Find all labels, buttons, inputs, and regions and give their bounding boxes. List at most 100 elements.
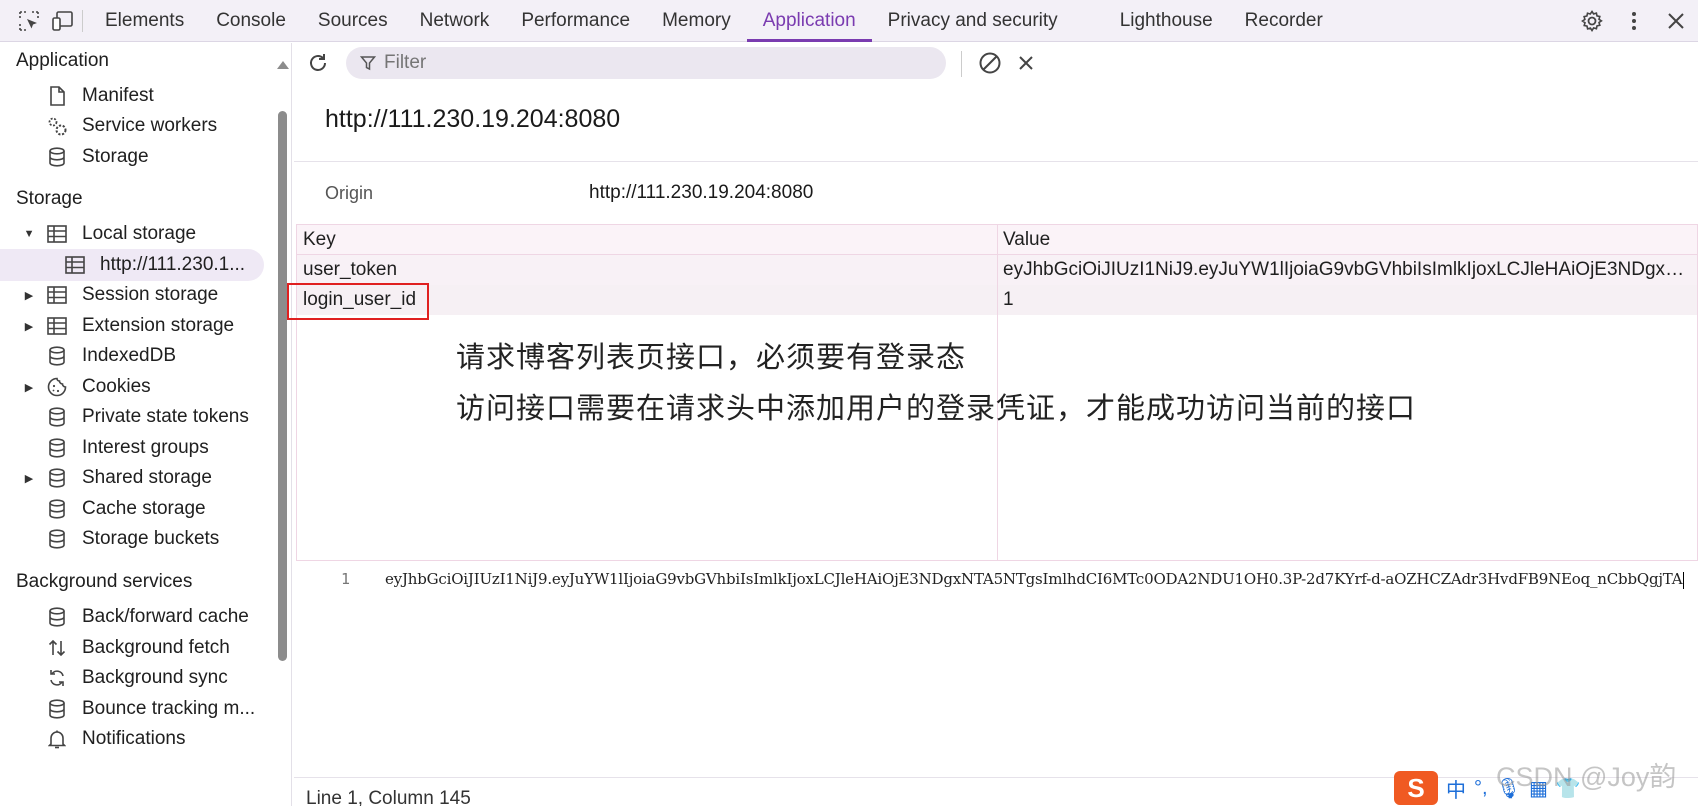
tab-network[interactable]: Network: [404, 0, 506, 42]
sidebar-item-label: Background fetch: [82, 637, 230, 658]
sidebar-item-indexeddb[interactable]: IndexedDB: [0, 340, 264, 372]
filter-funnel-icon: [352, 55, 384, 71]
sidebar-item-label: Manifest: [82, 85, 154, 106]
sidebar-item-label: Shared storage: [82, 467, 212, 488]
highlight-box: [287, 283, 429, 320]
sidebar-item-bounce-tracking[interactable]: Bounce tracking m...: [0, 693, 264, 725]
sidebar-item-cookies[interactable]: ▶ Cookies: [0, 371, 264, 403]
database-icon: [46, 345, 68, 367]
device-toolbar-icon[interactable]: [46, 0, 80, 42]
sidebar-item-label: Notifications: [82, 728, 186, 749]
sidebar-item-local-storage[interactable]: ▼ Local storage: [0, 218, 264, 250]
table-icon: [46, 315, 68, 337]
collapsed-triangle-icon[interactable]: ▶: [24, 321, 34, 333]
tab-sources[interactable]: Sources: [302, 0, 404, 42]
sidebar-item-label: Background sync: [82, 667, 228, 688]
sidebar-item-label: Bounce tracking m...: [82, 698, 256, 719]
sidebar-item-label: Interest groups: [82, 437, 209, 458]
close-devtools-icon[interactable]: [1662, 7, 1690, 35]
tab-performance[interactable]: Performance: [505, 0, 646, 42]
filter-field[interactable]: [346, 47, 946, 79]
sidebar-item-service-workers[interactable]: Service workers: [0, 110, 264, 142]
sidebar-item-background-fetch[interactable]: Background fetch: [0, 632, 264, 664]
sidebar-item-label: Back/forward cache: [82, 606, 249, 627]
sidebar-item-label: Extension storage: [82, 315, 235, 336]
tab-recorder[interactable]: Recorder: [1229, 0, 1339, 42]
sidebar-item-cache-storage[interactable]: Cache storage: [0, 493, 264, 525]
tab-privacy-and-security[interactable]: Privacy and security: [872, 0, 1074, 42]
tabbar-actions: [1578, 0, 1690, 42]
origin-value: http://111.230.19.204:8080: [589, 182, 814, 203]
devtools-tabbar: Elements Console Sources Network Perform…: [0, 0, 1698, 42]
value-preview[interactable]: 1 eyJhbGciOiJIUzI1NiJ9.eyJuYW1lIjoiaG9vb…: [294, 563, 1698, 595]
sidebar-item-shared-storage[interactable]: ▶ Shared storage: [0, 462, 264, 494]
database-icon: [46, 528, 68, 550]
scroll-up-arrow-icon[interactable]: [277, 61, 289, 69]
sidebar-item-storage[interactable]: Storage: [0, 141, 264, 173]
column-header-key[interactable]: Key: [303, 229, 336, 251]
database-icon: [46, 437, 68, 459]
scrollbar-thumb[interactable]: [278, 111, 287, 661]
sidebar-item-label: Storage: [82, 146, 149, 167]
sidebar-item-label: Local storage: [82, 223, 197, 244]
up-down-arrows-icon: [46, 637, 68, 659]
database-icon: [46, 498, 68, 520]
sogou-logo-icon[interactable]: S: [1394, 771, 1438, 805]
sidebar-item-notifications[interactable]: Notifications: [0, 723, 264, 755]
database-icon: [46, 406, 68, 428]
filter-input[interactable]: [384, 52, 924, 74]
origin-heading: http://111.230.19.204:8080: [325, 105, 621, 133]
watermark-text: CSDN @Joy韵: [1496, 762, 1677, 792]
origin-label: Origin: [325, 183, 374, 203]
punctuation-icon[interactable]: °,: [1474, 777, 1488, 800]
section-title-application: Application: [16, 50, 109, 71]
sidebar-item-label: Service workers: [82, 115, 218, 136]
ime-chinese-mode[interactable]: 中: [1446, 774, 1466, 803]
collapsed-triangle-icon[interactable]: ▶: [24, 382, 34, 394]
bell-icon: [46, 728, 68, 750]
sidebar-scrollbar[interactable]: [276, 61, 289, 661]
clear-all-icon[interactable]: [976, 49, 1004, 77]
line-number: 1: [341, 570, 351, 588]
tabbar-separator: [82, 9, 83, 32]
tab-application[interactable]: Application: [746, 0, 872, 42]
sidebar-item-private-state-tokens[interactable]: Private state tokens: [0, 401, 264, 433]
expanded-triangle-icon[interactable]: ▼: [24, 228, 35, 240]
value-preview-text[interactable]: eyJhbGciOiJIUzI1NiJ9.eyJuYW1lIjoiaG9vbGV…: [385, 570, 1685, 589]
gears-icon: [46, 115, 68, 137]
settings-gear-icon[interactable]: [1578, 7, 1606, 35]
column-header-value[interactable]: Value: [1003, 229, 1050, 251]
sidebar-item-back-forward-cache[interactable]: Back/forward cache: [0, 601, 264, 633]
collapsed-triangle-icon[interactable]: ▶: [24, 290, 34, 302]
sidebar-item-interest-groups[interactable]: Interest groups: [0, 432, 264, 464]
inspect-element-icon[interactable]: [12, 0, 46, 42]
tab-elements[interactable]: Elements: [89, 0, 200, 42]
refresh-icon[interactable]: [304, 49, 332, 77]
delete-selected-icon[interactable]: [1012, 49, 1040, 77]
sidebar-item-local-storage-origin[interactable]: http://111.230.1...: [0, 249, 264, 281]
row-value[interactable]: 1: [1003, 289, 1693, 311]
sidebar-item-storage-buckets[interactable]: Storage buckets: [0, 523, 264, 555]
sidebar-item-label: Session storage: [82, 284, 219, 305]
row-value[interactable]: eyJhbGciOiJIUzI1NiJ9.eyJuYW1lIjoiaG9vbGV…: [1003, 259, 1693, 281]
sidebar-item-manifest[interactable]: Manifest: [0, 80, 264, 112]
sidebar-item-label: http://111.230.1...: [100, 254, 246, 275]
table-icon: [64, 254, 86, 276]
database-icon: [46, 698, 68, 720]
sidebar-item-background-sync[interactable]: Background sync: [0, 662, 264, 694]
database-icon: [46, 467, 68, 489]
database-icon: [46, 146, 68, 168]
storage-toolbar: [294, 43, 1698, 83]
section-title-storage: Storage: [16, 188, 83, 209]
tab-memory[interactable]: Memory: [646, 0, 747, 42]
tab-console[interactable]: Console: [200, 0, 302, 42]
sidebar-item-label: Cookies: [82, 376, 151, 397]
sidebar-item-extension-storage[interactable]: ▶ Extension storage: [0, 310, 264, 342]
tab-lighthouse[interactable]: Lighthouse: [1104, 0, 1229, 42]
database-icon: [46, 606, 68, 628]
collapsed-triangle-icon[interactable]: ▶: [24, 473, 34, 485]
annotation-line-2: 访问接口需要在请求头中添加用户的登录凭证，才能成功访问当前的接口: [456, 391, 1417, 425]
row-key[interactable]: user_token: [303, 259, 397, 281]
sidebar-item-session-storage[interactable]: ▶ Session storage: [0, 279, 264, 311]
more-options-icon[interactable]: [1620, 7, 1648, 35]
